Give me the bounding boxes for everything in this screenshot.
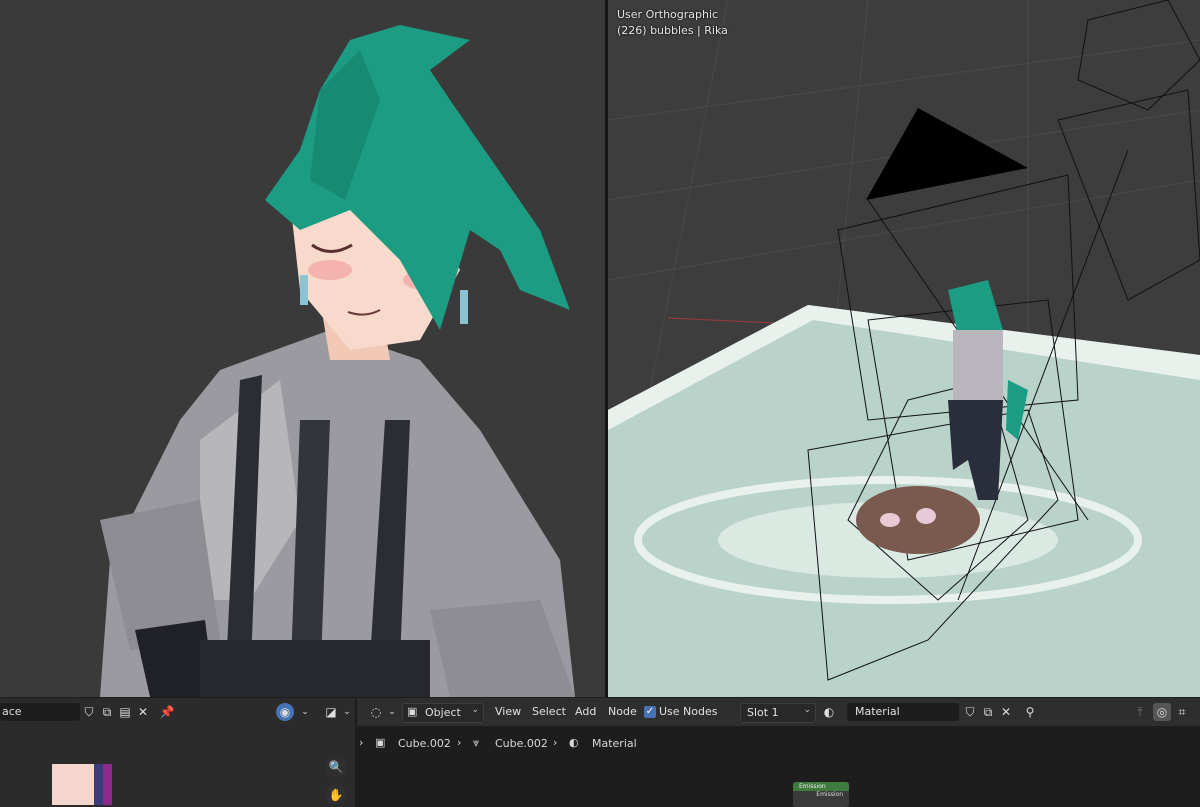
breadcrumb-mesh: Cube.002 xyxy=(495,737,548,750)
emission-node[interactable]: Emission Emission xyxy=(793,782,849,807)
zoom-icon[interactable]: 🔍 xyxy=(325,756,347,778)
duplicate-icon[interactable]: ⧉ xyxy=(979,703,997,721)
breadcrumb-arrow: › xyxy=(359,736,364,749)
folder-icon[interactable]: ▤ xyxy=(116,703,134,721)
use-nodes-label: Use Nodes xyxy=(659,705,718,718)
breadcrumb-material: Material xyxy=(592,737,637,750)
node-title: Emission xyxy=(793,782,849,791)
view-name-label: User Orthographic xyxy=(617,8,719,21)
3d-viewport[interactable]: ‹› User Orthographic (226) bubbles | Rik… xyxy=(608,0,1200,697)
material-name-field[interactable]: Material xyxy=(847,703,959,721)
blush-left xyxy=(308,260,352,280)
image-editor-area[interactable]: ace ⛉ ⧉ ▤ ✕ 📌 ◉ ⌄ ◪ ⌄ 🔍 ✋ xyxy=(0,698,355,807)
slot-dropdown[interactable]: Slot 1 ⌄ xyxy=(740,703,816,723)
texture-preview xyxy=(52,764,112,805)
use-nodes-checkbox[interactable]: ✓ xyxy=(644,706,656,718)
chevron-down-icon[interactable]: ⌄ xyxy=(383,703,401,721)
pin-icon[interactable]: ⚲ xyxy=(1021,703,1039,721)
overlay-icon[interactable]: ◎ xyxy=(1153,703,1171,721)
chevron-down-icon[interactable]: ⌄ xyxy=(338,703,356,721)
material-browse-icon[interactable]: ◐ xyxy=(820,703,838,721)
snap-icon[interactable]: ⌗ xyxy=(1173,703,1191,721)
duplicate-icon[interactable]: ⧉ xyxy=(98,703,116,721)
shield-icon[interactable]: ⛉ xyxy=(961,703,979,721)
menu-view[interactable]: View xyxy=(495,698,521,726)
object-mode-icon: ▣ xyxy=(407,705,418,718)
parent-node-tree-icon[interactable]: ⤒ xyxy=(1131,703,1149,721)
hand-pan-icon[interactable]: ✋ xyxy=(325,784,347,806)
slot-label: Slot 1 xyxy=(747,706,779,719)
chevron-down-icon: ⌄ xyxy=(471,705,479,715)
object-data-icon: ▣ xyxy=(375,736,386,749)
menu-node[interactable]: Node xyxy=(608,698,637,726)
camera-icon xyxy=(866,108,1028,200)
creature-spot xyxy=(880,513,900,527)
creature-spot xyxy=(916,508,936,524)
close-icon[interactable]: ✕ xyxy=(134,703,152,721)
material-icon: ◐ xyxy=(569,736,579,749)
character-hair xyxy=(948,280,1003,335)
menu-select[interactable]: Select xyxy=(532,698,566,726)
camera-viewport[interactable] xyxy=(0,0,605,697)
earring-left xyxy=(300,275,308,305)
character-closeup-render xyxy=(100,25,575,697)
character-shirt xyxy=(953,330,1003,400)
chevron-down-icon: ⌄ xyxy=(803,705,811,715)
breadcrumb-arrow: › xyxy=(553,736,558,749)
close-icon[interactable]: ✕ xyxy=(997,703,1015,721)
shield-icon[interactable]: ⛉ xyxy=(80,703,98,721)
node-editor-header: ◌ ⌄ ▣ Object ⌄ View Select Add Node ✓ Us… xyxy=(357,698,1200,726)
chevron-down-icon[interactable]: ⌄ xyxy=(296,703,314,721)
scene-render xyxy=(608,0,1200,697)
collection-info-label: (226) bubbles | Rika xyxy=(617,24,728,37)
mesh-data-icon: ⩔ xyxy=(473,736,480,749)
render-slot-icon[interactable]: ◉ xyxy=(276,703,294,721)
breadcrumb-object: Cube.002 xyxy=(398,737,451,750)
object-mode-label: Object xyxy=(425,706,461,719)
object-mode-dropdown[interactable]: ▣ Object ⌄ xyxy=(402,703,484,723)
breadcrumb-arrow: › xyxy=(457,736,462,749)
material-name-label: Material xyxy=(855,705,900,718)
pants xyxy=(200,640,430,697)
image-name-field[interactable]: ace xyxy=(0,703,80,721)
pin-icon[interactable]: 📌 xyxy=(158,703,176,721)
node-output-label: Emission xyxy=(816,791,843,798)
earring-right xyxy=(460,290,468,324)
menu-add[interactable]: Add xyxy=(575,698,596,726)
